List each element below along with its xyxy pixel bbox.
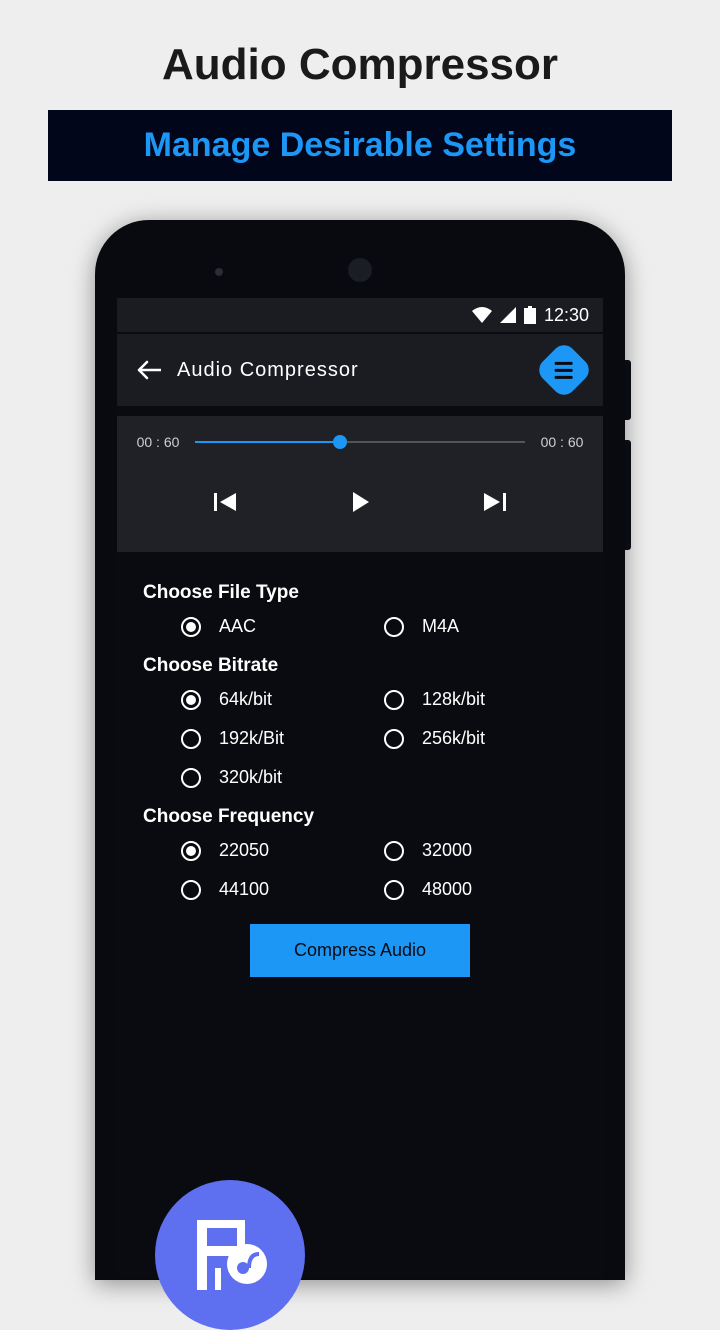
- audio-player: 00 : 60 00 : 60: [117, 416, 603, 552]
- radio-icon: [384, 617, 404, 637]
- phone-speaker: [348, 258, 372, 282]
- battery-icon: [524, 306, 536, 324]
- page-title: Audio Compressor: [0, 0, 720, 110]
- radio-icon: [181, 690, 201, 710]
- bitrate-option[interactable]: 320k/bit: [181, 767, 374, 788]
- time-elapsed: 00 : 60: [135, 434, 181, 450]
- frequency-options: 22050 32000 44100 48000: [143, 840, 577, 900]
- radio-icon: [384, 841, 404, 861]
- file-type-options: AAC M4A: [143, 616, 577, 637]
- status-bar: 12:30: [117, 298, 603, 332]
- settings-panel: Choose File Type AAC M4A Choose Bitrate 6…: [117, 552, 603, 977]
- status-time: 12:30: [544, 305, 589, 326]
- previous-button[interactable]: [205, 482, 245, 522]
- compress-button[interactable]: Compress Audio: [250, 924, 470, 977]
- signal-icon: [500, 307, 516, 323]
- radio-icon: [181, 617, 201, 637]
- radio-icon: [181, 841, 201, 861]
- next-button[interactable]: [475, 482, 515, 522]
- bitrate-option-label: 64k/bit: [219, 689, 272, 710]
- bitrate-option-label: 256k/bit: [422, 728, 485, 749]
- frequency-option-label: 32000: [422, 840, 472, 861]
- phone-screen: 12:30 Audio Compressor 00 : 60: [117, 298, 603, 1278]
- banner: Manage Desirable Settings: [48, 110, 672, 181]
- back-button[interactable]: [135, 357, 161, 383]
- frequency-option-label: 48000: [422, 879, 472, 900]
- bitrate-option[interactable]: 64k/bit: [181, 689, 374, 710]
- seek-fill: [195, 441, 340, 443]
- phone-side-button: [625, 440, 631, 550]
- file-type-option-label: M4A: [422, 616, 459, 637]
- radio-icon: [384, 690, 404, 710]
- play-button[interactable]: [340, 482, 380, 522]
- bitrate-option-label: 320k/bit: [219, 767, 282, 788]
- frequency-option-label: 44100: [219, 879, 269, 900]
- app-bar: Audio Compressor: [117, 334, 603, 406]
- wifi-icon: [472, 307, 492, 323]
- file-type-option[interactable]: AAC: [181, 616, 374, 637]
- menu-button[interactable]: [534, 340, 593, 399]
- frequency-option[interactable]: 48000: [384, 879, 577, 900]
- radio-icon: [384, 729, 404, 749]
- radio-icon: [181, 768, 201, 788]
- seek-thumb[interactable]: [333, 435, 347, 449]
- time-total: 00 : 60: [539, 434, 585, 450]
- bitrate-option-label: 192k/Bit: [219, 728, 284, 749]
- file-type-option[interactable]: M4A: [384, 616, 577, 637]
- radio-icon: [181, 729, 201, 749]
- frequency-option[interactable]: 44100: [181, 879, 374, 900]
- bitrate-label: Choose Bitrate: [143, 655, 577, 677]
- phone-side-button: [625, 360, 631, 420]
- frequency-option[interactable]: 22050: [181, 840, 374, 861]
- bitrate-option[interactable]: 256k/bit: [384, 728, 577, 749]
- phone-sensor: [215, 268, 223, 276]
- app-bar-title: Audio Compressor: [177, 359, 527, 382]
- frequency-label: Choose Frequency: [143, 806, 577, 828]
- radio-icon: [384, 880, 404, 900]
- radio-icon: [181, 880, 201, 900]
- file-type-label: Choose File Type: [143, 582, 577, 604]
- frequency-option[interactable]: 32000: [384, 840, 577, 861]
- bitrate-options: 64k/bit 128k/bit 192k/Bit 256k/bit 320k/bit: [143, 689, 577, 788]
- seek-bar[interactable]: [195, 441, 525, 443]
- bitrate-option[interactable]: 128k/bit: [384, 689, 577, 710]
- app-logo-badge: [155, 1180, 305, 1330]
- frequency-option-label: 22050: [219, 840, 269, 861]
- phone-mockup: 12:30 Audio Compressor 00 : 60: [95, 220, 625, 1280]
- file-type-option-label: AAC: [219, 616, 256, 637]
- bitrate-option-label: 128k/bit: [422, 689, 485, 710]
- bitrate-option[interactable]: 192k/Bit: [181, 728, 374, 749]
- hamburger-icon: [555, 362, 573, 379]
